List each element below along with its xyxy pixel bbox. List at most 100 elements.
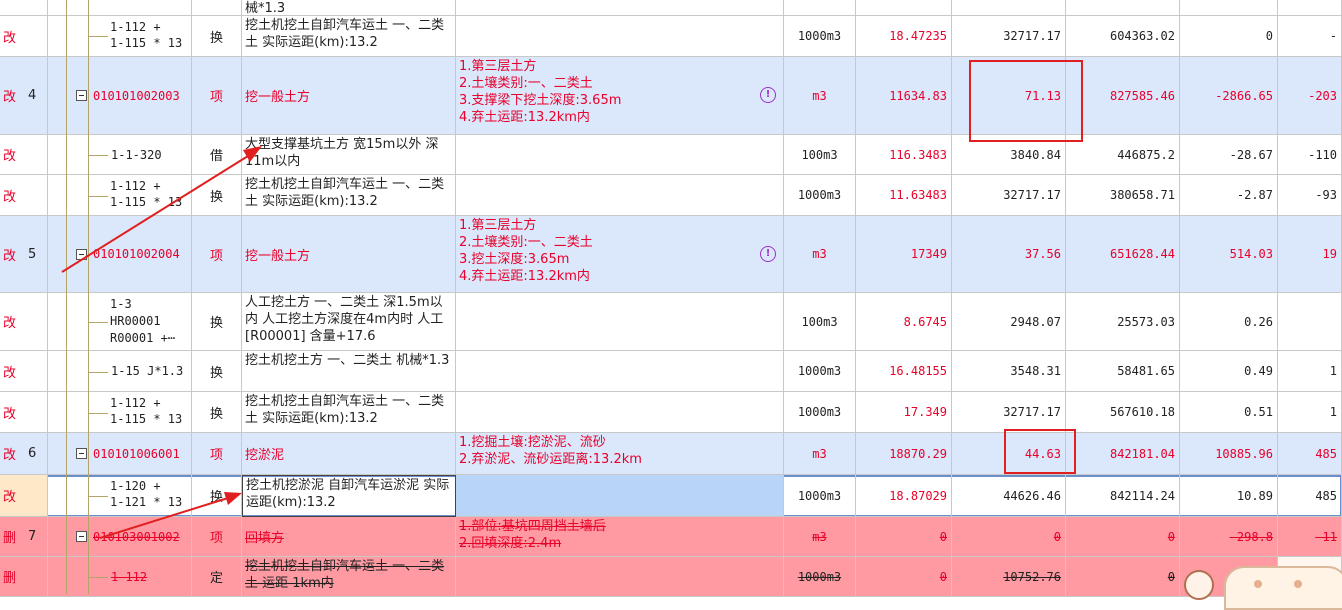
price-cell: 0: [952, 517, 1066, 557]
tree-branch: [88, 372, 108, 373]
warning-icon[interactable]: !: [760, 246, 776, 262]
unit-cell: 1000m3: [784, 16, 856, 57]
table-row[interactable]: 改 1-112 + 1-115 * 13 换 挖土机挖土自卸汽车运土 一、二类土…: [0, 16, 1342, 57]
type-cell: 项: [192, 57, 242, 135]
code-cell: 1-112 + 1-115 * 13: [48, 175, 192, 216]
table-row[interactable]: 改 6 010101006001 项 挖淤泥 1.挖掘土壤:挖淤泥、流砂 2.弃…: [0, 433, 1342, 475]
total-cell: 446875.2: [1066, 135, 1180, 175]
collapse-icon[interactable]: [76, 531, 87, 542]
desc-cell: [456, 557, 784, 597]
table-row[interactable]: 械*1.3: [0, 0, 1342, 16]
extra-cell: 19: [1278, 216, 1342, 293]
desc-cell: [456, 392, 784, 433]
extra-cell: -203: [1278, 57, 1342, 135]
sticker-icon: [1184, 566, 1342, 610]
name-cell: 回填方: [242, 517, 456, 557]
warning-icon[interactable]: !: [760, 87, 776, 103]
total-cell: 827585.46: [1066, 57, 1180, 135]
status-cell: 改: [0, 135, 48, 175]
collapse-icon[interactable]: [76, 90, 87, 101]
type-cell: 换: [192, 392, 242, 433]
qty-cell: 116.3483: [856, 135, 952, 175]
seq-cell: 5: [28, 246, 37, 262]
unit-cell: 100m3: [784, 135, 856, 175]
total-cell: 0: [1066, 557, 1180, 597]
total-cell: 842181.04: [1066, 433, 1180, 475]
type-cell: 换: [192, 16, 242, 57]
table-row[interactable]: 改 1-1-320 借 大型支撑基坑土方 宽15m以外 深11m以内 100m3…: [0, 135, 1342, 175]
extra-cell: 1: [1278, 392, 1342, 433]
diff-cell: -2866.65: [1180, 57, 1278, 135]
table-row[interactable]: 改 4 010101002003 项 挖一般土方 1.第三层土方 2.土壤类别:…: [0, 57, 1342, 135]
annotation-box: [1004, 429, 1076, 474]
name-cell: 人工挖土方 一、二类土 深1.5m以内 人工挖土方深度在4m内时 人工[R000…: [242, 293, 456, 351]
diff-cell: 0: [1180, 16, 1278, 57]
name-cell: 挖一般土方: [242, 57, 456, 135]
name-cell: 挖土机挖土自卸汽车运土 一、二类土 实际运距(km):13.2: [242, 16, 456, 57]
table-row[interactable]: 改 1-112 + 1-115 * 13 换 挖土机挖土自卸汽车运土 一、二类土…: [0, 392, 1342, 433]
table-row[interactable]: 改 1-112 + 1-115 * 13 换 挖土机挖土自卸汽车运土 一、二类土…: [0, 175, 1342, 216]
diff-cell: 0.26: [1180, 293, 1278, 351]
price-cell: 2948.07: [952, 293, 1066, 351]
tree-branch: [88, 36, 108, 37]
diff-cell: 10.89: [1180, 475, 1278, 517]
tree-branch: [88, 577, 108, 578]
table-row[interactable]: 改 5 010101002004 项 挖一般土方 1.第三层土方 2.土壤类别:…: [0, 216, 1342, 293]
qty-cell: 17.349: [856, 392, 952, 433]
table-row[interactable]: 删 1-112 定 挖土机挖土自卸汽车运土 一、二类土 运距 1km内 1000…: [0, 557, 1342, 597]
seq-cell: 4: [28, 88, 37, 103]
extra-cell: -93: [1278, 175, 1342, 216]
qty-cell: 18.47235: [856, 16, 952, 57]
code-cell: 010103001002: [93, 529, 180, 544]
qty-cell: 0: [856, 517, 952, 557]
type-cell: 换: [192, 293, 242, 351]
table-row[interactable]: 改 1-120 + 1-121 * 13 换 挖土机挖淤泥 自卸汽车运淤泥 实际…: [0, 475, 1342, 517]
total-cell: 842114.24: [1066, 475, 1180, 517]
code-cell: 1-112: [48, 557, 192, 597]
type-cell: 借: [192, 135, 242, 175]
table-row[interactable]: 改 1-15 J*1.3 换 挖土机挖土方 一、二类土 机械*1.3 1000m…: [0, 351, 1342, 392]
desc-cell: 1.部位:基坑四周挡土墙后 2.回填深度:2.4m: [459, 519, 606, 551]
name-cell: 大型支撑基坑土方 宽15m以外 深11m以内: [242, 135, 456, 175]
status-cell: 改: [3, 448, 17, 463]
desc-cell[interactable]: [456, 475, 784, 517]
unit-cell: 100m3: [784, 293, 856, 351]
diff-cell: -2.87: [1180, 175, 1278, 216]
extra-cell: 1: [1278, 351, 1342, 392]
type-cell: 项: [192, 433, 242, 475]
status-cell: 改: [0, 175, 48, 216]
name-cell: 挖淤泥: [242, 433, 456, 475]
total-cell: 604363.02: [1066, 16, 1180, 57]
total-cell: 0: [1066, 517, 1180, 557]
extra-cell: -110: [1278, 135, 1342, 175]
desc-cell: [456, 175, 784, 216]
code-cell: 1-120 + 1-121 * 13: [48, 475, 192, 517]
collapse-icon[interactable]: [76, 448, 87, 459]
total-cell: 58481.65: [1066, 351, 1180, 392]
extra-cell: 485: [1278, 475, 1342, 517]
diff-cell: 0.51: [1180, 392, 1278, 433]
diff-cell: -28.67: [1180, 135, 1278, 175]
quota-grid: 械*1.3 改 1-112 + 1-115 * 13 换 挖土机挖土自卸汽车运土…: [0, 0, 1342, 610]
name-cell[interactable]: 挖土机挖淤泥 自卸汽车运淤泥 实际运距(km):13.2: [242, 475, 456, 517]
price-cell: 44626.46: [952, 475, 1066, 517]
diff-cell: 10885.96: [1180, 433, 1278, 475]
tree-branch: [88, 196, 108, 197]
table-row[interactable]: 删 7 010103001002 项 回填方 1.部位:基坑四周挡土墙后 2.回…: [0, 517, 1342, 557]
status-cell: 删: [0, 557, 48, 597]
status-cell: 改: [0, 475, 48, 517]
status-cell: 改: [0, 16, 48, 57]
table-row[interactable]: 改 1-3 HR00001 R00001 +⋯ 换 人工挖土方 一、二类土 深1…: [0, 293, 1342, 351]
status-cell: 改: [0, 293, 48, 351]
desc-cell: 1.第三层土方 2.土壤类别:一、二类土 3.挖土深度:3.65m 4.弃土运距…: [459, 218, 593, 284]
status-cell: 改: [0, 392, 48, 433]
unit-cell: 1000m3: [784, 557, 856, 597]
collapse-icon[interactable]: [76, 248, 87, 260]
extra-cell: -11: [1278, 517, 1342, 557]
diff-cell: 514.03: [1180, 216, 1278, 293]
diff-cell: -298.8: [1180, 517, 1278, 557]
qty-cell: 0: [856, 557, 952, 597]
unit-cell: 1000m3: [784, 392, 856, 433]
desc-cell: [456, 16, 784, 57]
desc-cell: 1.第三层土方 2.土壤类别:一、二类土 3.支撑梁下挖土深度:3.65m 4.…: [459, 59, 622, 125]
